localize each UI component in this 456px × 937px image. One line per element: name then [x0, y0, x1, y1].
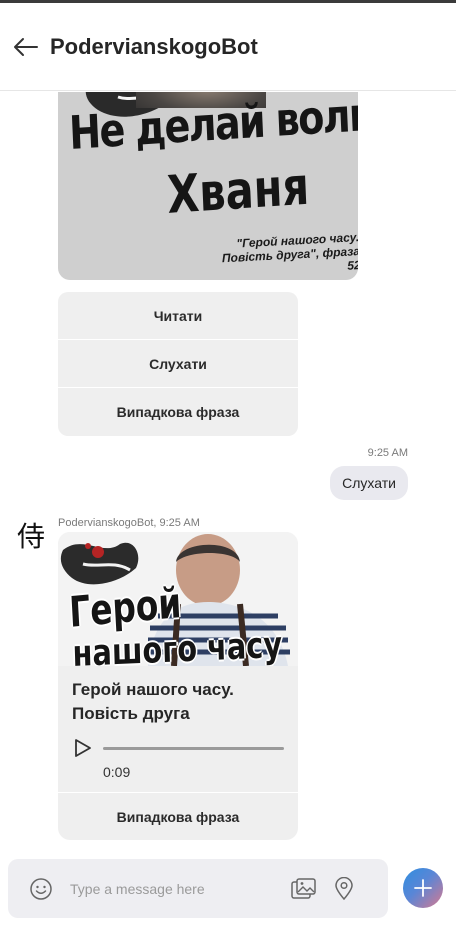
- play-icon: [75, 739, 91, 757]
- emoji-button[interactable]: [28, 876, 54, 902]
- listen-button[interactable]: Слухати: [58, 340, 298, 388]
- audio-title: Герой нашого часу. Повість друга: [72, 680, 234, 723]
- plus-icon: [414, 879, 432, 897]
- attach-image-button[interactable]: [290, 875, 318, 903]
- location-button[interactable]: [330, 875, 358, 903]
- message-image-top[interactable]: Не делай волни, Хваня "Герой нашого часу…: [58, 92, 358, 280]
- outgoing-message[interactable]: Слухати: [330, 466, 408, 500]
- random-phrase-button[interactable]: Випадкова фраза: [58, 388, 298, 436]
- audio-duration: 0:09: [103, 764, 131, 780]
- play-button[interactable]: [72, 736, 94, 760]
- chat-title: PodervianskogoBot: [50, 33, 258, 59]
- audio-cover-image[interactable]: Герой нашого часу: [58, 532, 298, 666]
- image-caption: "Герой нашого часу. Повість друга", фраз…: [221, 230, 358, 273]
- chat-header: PodervianskogoBot: [0, 3, 456, 91]
- message-composer: [8, 859, 388, 918]
- location-icon: [335, 876, 353, 900]
- sender-label: PodervianskogoBot, 9:25 AM: [58, 517, 200, 529]
- bot-avatar[interactable]: 侍: [16, 519, 46, 553]
- add-button[interactable]: [403, 868, 443, 908]
- cover-text-line1: Герой: [68, 577, 183, 637]
- read-button[interactable]: Читати: [58, 292, 298, 340]
- inline-keyboard: Читати Слухати Випадкова фраза: [58, 292, 298, 436]
- back-button[interactable]: [0, 17, 56, 77]
- emoji-icon: [30, 877, 52, 900]
- message-list[interactable]: Не делай волни, Хваня "Герой нашого часу…: [0, 92, 456, 847]
- message-input[interactable]: [70, 868, 290, 909]
- audio-player: [58, 726, 298, 760]
- audio-progress-bar[interactable]: [103, 746, 284, 750]
- image-text-line2: Хваня: [166, 156, 311, 226]
- arrow-left-icon: [14, 37, 38, 56]
- random-phrase-button[interactable]: Випадкова фраза: [58, 792, 298, 840]
- message-timestamp: 9:25 AM: [367, 447, 408, 459]
- image-icon: [291, 877, 316, 899]
- audio-card: Герой нашого часу Герой нашого часу. Пов…: [58, 532, 298, 840]
